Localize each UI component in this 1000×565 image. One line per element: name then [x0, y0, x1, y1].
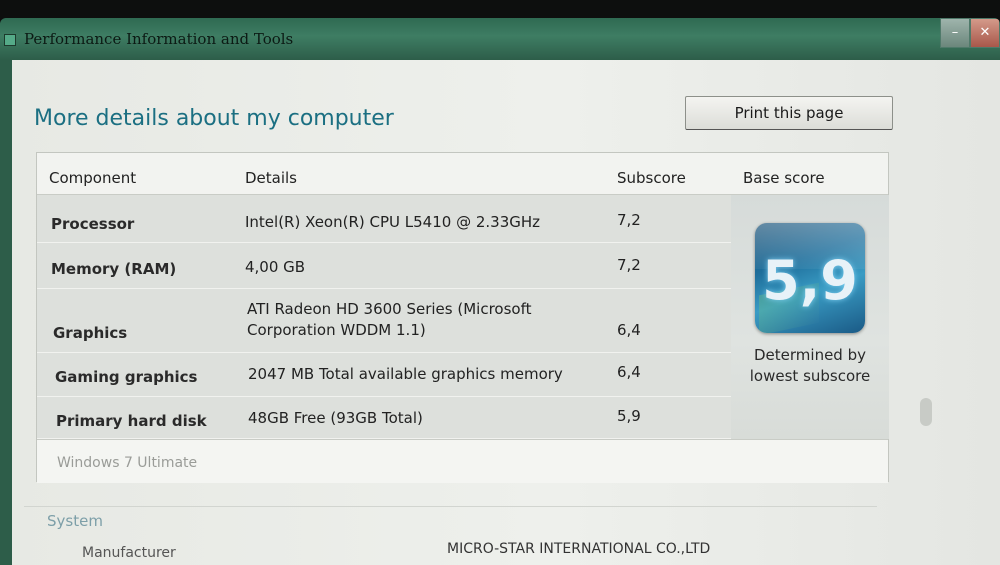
- row-details: 48GB Free (93GB Total): [248, 409, 423, 427]
- base-score-value: 5,9: [762, 249, 858, 312]
- base-score-panel: 5,9 Determined by lowest subscore: [731, 195, 889, 439]
- row-component: Gaming graphics: [55, 368, 198, 386]
- header-base-score: Base score: [743, 169, 825, 187]
- row-component: Primary hard disk: [56, 412, 207, 430]
- page-title: More details about my computer: [34, 106, 394, 131]
- manufacturer-value: MICRO-STAR INTERNATIONAL CO.,LTD: [447, 541, 711, 557]
- table-row: Graphics ATI Radeon HD 3600 Series (Micr…: [37, 289, 731, 353]
- row-component: Memory (RAM): [51, 260, 177, 278]
- row-subscore: 7,2: [617, 211, 641, 229]
- row-component: Graphics: [53, 324, 128, 342]
- title-bar: Performance Information and Tools – ✕: [0, 18, 1000, 60]
- row-details: 4,00 GB: [245, 258, 306, 276]
- window-title: Performance Information and Tools: [24, 30, 294, 48]
- section-divider: [24, 506, 877, 507]
- windows-score-badge: 5,9: [755, 223, 865, 333]
- os-edition: Windows 7 Ultimate: [57, 455, 198, 471]
- header-details: Details: [245, 169, 298, 187]
- minimize-icon[interactable]: –: [940, 18, 970, 48]
- row-subscore: 6,4: [617, 363, 641, 381]
- close-icon[interactable]: ✕: [970, 18, 1000, 48]
- details-table: Component Details Subscore Base score Pr…: [36, 152, 889, 483]
- table-header: Component Details Subscore Base score: [37, 153, 888, 195]
- base-score-note: Determined by lowest subscore: [749, 346, 871, 385]
- header-subscore: Subscore: [617, 169, 686, 187]
- row-component: Processor: [51, 215, 135, 233]
- row-details: Intel(R) Xeon(R) CPU L5410 @ 2.33GHz: [245, 213, 541, 231]
- window-icon: [4, 34, 16, 46]
- scrollbar-thumb[interactable]: [920, 398, 932, 426]
- table-row: Processor Intel(R) Xeon(R) CPU L5410 @ 2…: [37, 195, 731, 243]
- row-subscore: 6,4: [617, 321, 641, 339]
- window-controls: – ✕: [940, 18, 1000, 48]
- row-subscore: 5,9: [617, 407, 641, 425]
- print-button[interactable]: Print this page: [685, 96, 893, 130]
- system-section-label: System: [47, 512, 103, 530]
- row-subscore: 7,2: [617, 256, 641, 274]
- row-details: ATI Radeon HD 3600 Series (Microsoft Cor…: [247, 300, 532, 339]
- manufacturer-label: Manufacturer: [82, 545, 176, 561]
- os-edition-row: Windows 7 Ultimate: [37, 439, 888, 483]
- header-component: Component: [49, 169, 137, 187]
- row-details: 2047 MB Total available graphics memory: [248, 365, 563, 383]
- table-row: Primary hard disk 48GB Free (93GB Total)…: [37, 397, 731, 439]
- table-row: Gaming graphics 2047 MB Total available …: [37, 353, 731, 397]
- table-row: Memory (RAM) 4,00 GB 7,2: [37, 243, 731, 289]
